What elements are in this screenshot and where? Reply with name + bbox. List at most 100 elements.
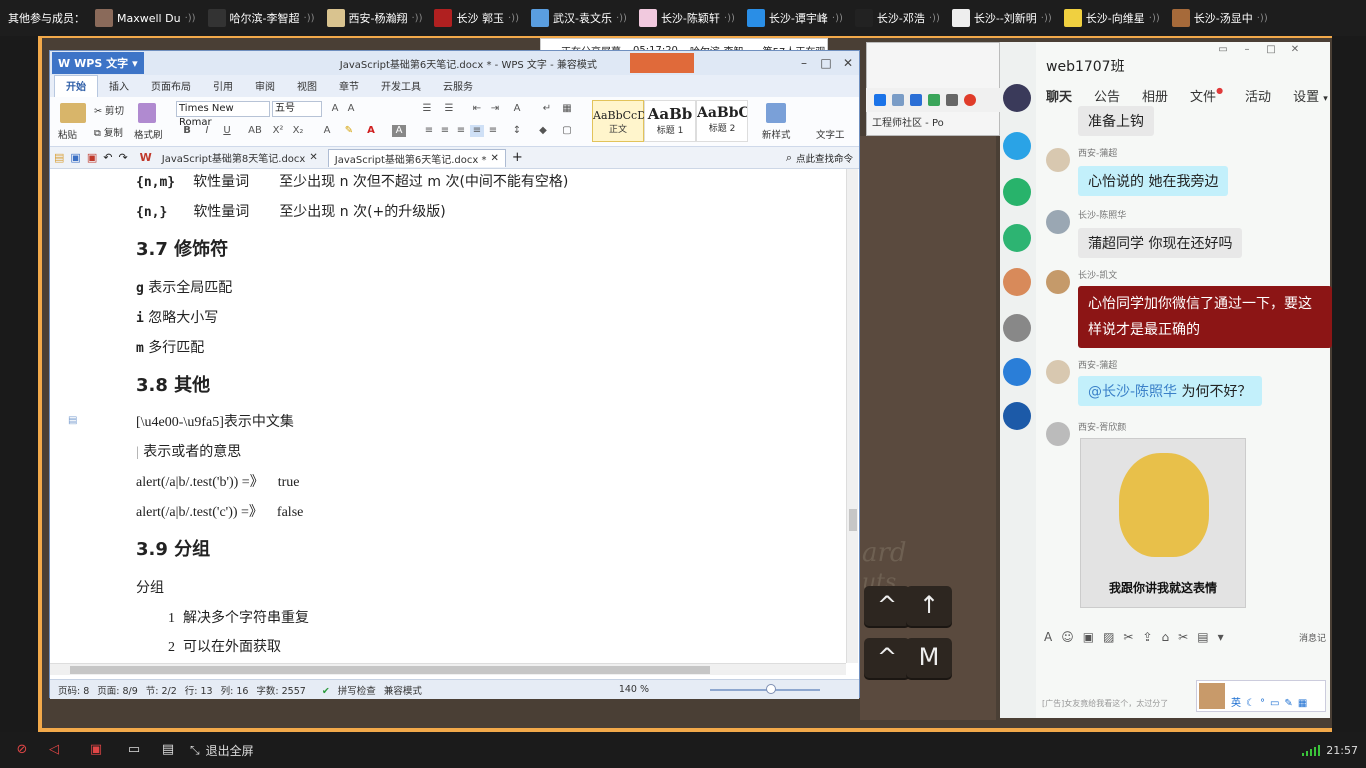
tab-album[interactable]: 相册 [1142, 86, 1168, 105]
members-icon[interactable] [1003, 132, 1031, 160]
chat-message[interactable]: 蒲超同学 你现在还好吗 [1078, 228, 1243, 258]
close-icon[interactable]: ✕ [490, 153, 498, 164]
member-item[interactable]: 长沙-陈颖轩 ·)) [638, 9, 735, 27]
copy-button[interactable]: ⧉ 复制 [94, 125, 123, 139]
new-style-button[interactable]: 新样式 [762, 127, 791, 141]
sort-icon[interactable]: A [510, 103, 524, 115]
subscript-icon[interactable]: X₂ [290, 125, 306, 137]
more-icon[interactable]: ▾ [1218, 630, 1224, 644]
tab-references[interactable]: 引用 [202, 76, 244, 97]
meme-image[interactable]: 我跟你讲我就这表情 [1080, 438, 1246, 608]
align-right-icon[interactable]: ≡ [454, 125, 468, 137]
group-avatar-icon[interactable] [1003, 84, 1031, 112]
chat-message[interactable]: 心怡说的 她在我旁边 [1078, 166, 1229, 196]
camera-off-icon[interactable]: ▣ [86, 742, 106, 758]
highlight-icon[interactable]: ✎ [342, 125, 356, 137]
member-item[interactable]: 长沙-邓浩 ·)) [854, 9, 940, 27]
maximize-icon[interactable]: □ [815, 56, 837, 70]
cut-button[interactable]: ✂ 剪切 [94, 103, 124, 117]
italic-icon[interactable]: I [200, 125, 214, 137]
indent-icon[interactable]: ⇤ [470, 103, 484, 115]
align-left-icon[interactable]: ≡ [422, 125, 436, 137]
bookmark-icon[interactable] [928, 94, 940, 106]
whiteboard-icon[interactable]: ▤ [158, 742, 178, 758]
tab-chapter[interactable]: 章节 [328, 76, 370, 97]
scroll-thumb[interactable] [70, 666, 710, 674]
keyboard-icon[interactable]: ▭ [1270, 698, 1279, 709]
chat-message[interactable]: @长沙-陈照华 为何不好？ [1078, 376, 1262, 406]
avatar[interactable] [1003, 268, 1031, 296]
member-item[interactable]: Maxwell Du ·)) [95, 9, 196, 27]
paragraph-marker-icon[interactable]: ▤ [68, 415, 77, 426]
message-history-button[interactable]: 消息记 [1299, 631, 1326, 644]
zoom-level[interactable]: 140 % [619, 684, 649, 695]
gif-icon[interactable]: ▣ [1083, 630, 1094, 644]
member-item[interactable]: 武汉-袁文乐 ·)) [530, 9, 627, 27]
tab-announcement[interactable]: 公告 [1094, 86, 1120, 105]
bookmark-icon[interactable] [874, 94, 886, 106]
ime-toolbar[interactable]: 英 ☾ ° ▭ ✎ ▦ [1196, 680, 1326, 712]
member-item[interactable]: 长沙 郭玉 ·)) [434, 9, 519, 27]
upload-icon[interactable]: ⇪ [1142, 630, 1152, 644]
text-tools-button[interactable]: 文字工 [816, 127, 845, 141]
horizontal-scrollbar[interactable] [50, 663, 846, 675]
avatar[interactable] [1003, 314, 1031, 342]
save-icon[interactable]: ▣ [70, 151, 80, 164]
chat-message[interactable]: 准备上钩 [1078, 106, 1154, 136]
ad-banner[interactable]: [广告]女友竟给我看这个，太过分了 [1042, 698, 1168, 709]
borders-icon[interactable]: ▢ [560, 125, 574, 137]
bullets-icon[interactable]: ☰ [420, 103, 434, 115]
align-center-icon[interactable]: ≡ [438, 125, 452, 137]
punct-icon[interactable]: ° [1260, 698, 1265, 709]
numbering-icon[interactable]: ☰ [442, 103, 456, 115]
browser-tab-title[interactable]: 工程师社区 - Po [872, 114, 944, 129]
open-folder-icon[interactable]: ▤ [54, 151, 64, 164]
gift-icon[interactable]: ⌂ [1162, 630, 1170, 644]
emoji-icon[interactable]: ☺ [1061, 630, 1074, 644]
tab-review[interactable]: 审阅 [244, 76, 286, 97]
more-icon[interactable]: ▦ [1298, 698, 1307, 709]
search-icon[interactable]: ⌕ [786, 151, 792, 165]
font-size-select[interactable]: 五号 [272, 101, 322, 117]
close-icon[interactable]: ✕ [837, 56, 859, 70]
shading-icon[interactable]: ◆ [536, 125, 550, 137]
avatar[interactable] [1046, 270, 1070, 294]
minimize-icon[interactable]: – [793, 56, 815, 70]
member-item[interactable]: 长沙-谭宇峰 ·)) [746, 9, 843, 27]
member-item[interactable]: 哈尔滨-李智超 ·)) [207, 9, 315, 27]
member-item[interactable]: 长沙--刘新明 ·)) [951, 9, 1052, 27]
justify-icon[interactable]: ≡ [470, 125, 484, 137]
avatar[interactable] [1046, 422, 1070, 446]
command-search[interactable]: 点此查找命令 [796, 151, 853, 165]
status-word-count[interactable]: 字数: 2557 [256, 683, 305, 697]
avatar[interactable] [1046, 360, 1070, 384]
tab-developer[interactable]: 开发工具 [370, 76, 432, 97]
vertical-scrollbar[interactable] [846, 169, 858, 663]
strikethrough-icon[interactable]: AB [244, 125, 266, 137]
tab-insert[interactable]: 插入 [98, 76, 140, 97]
mic-muted-icon[interactable]: ⊘ [12, 742, 32, 758]
bookmark-icon[interactable] [946, 94, 958, 106]
bookmark-icon[interactable] [964, 94, 976, 106]
bookmark-icon[interactable] [910, 94, 922, 106]
document-page[interactable]: {n,m} 软性量词 至少出现 n 次但不超过 m 次(中间不能有空格) {n,} 软… [50, 169, 846, 663]
line-spacing-icon[interactable]: ↕ [510, 125, 524, 137]
screenshot-icon[interactable]: ✂ [1123, 630, 1133, 644]
tab-settings[interactable]: 设置 ▾ [1293, 86, 1328, 105]
grow-font-icon[interactable]: A [328, 103, 342, 115]
shrink-font-icon[interactable]: A [344, 103, 358, 115]
font-color-icon[interactable]: A [364, 125, 378, 137]
member-item[interactable]: 西安-杨瀚翔 ·)) [326, 9, 422, 27]
member-item[interactable]: 长沙-汤显中 ·)) [1171, 9, 1268, 27]
font-name-select[interactable]: Times New Romar [176, 101, 270, 128]
paste-button[interactable]: 粘贴 [58, 127, 77, 141]
tab-home[interactable]: 开始 [54, 75, 98, 97]
contacts-icon[interactable] [1003, 224, 1031, 252]
share-screen-icon[interactable]: ▭ [124, 742, 144, 758]
underline-icon[interactable]: U [220, 125, 234, 137]
tab-cloud[interactable]: 云服务 [432, 76, 484, 97]
pdf-icon[interactable]: ▣ [87, 151, 97, 164]
speaker-muted-icon[interactable]: ◁ [44, 742, 64, 758]
superscript-icon[interactable]: X² [270, 125, 286, 137]
moon-icon[interactable]: ☾ [1246, 698, 1255, 709]
